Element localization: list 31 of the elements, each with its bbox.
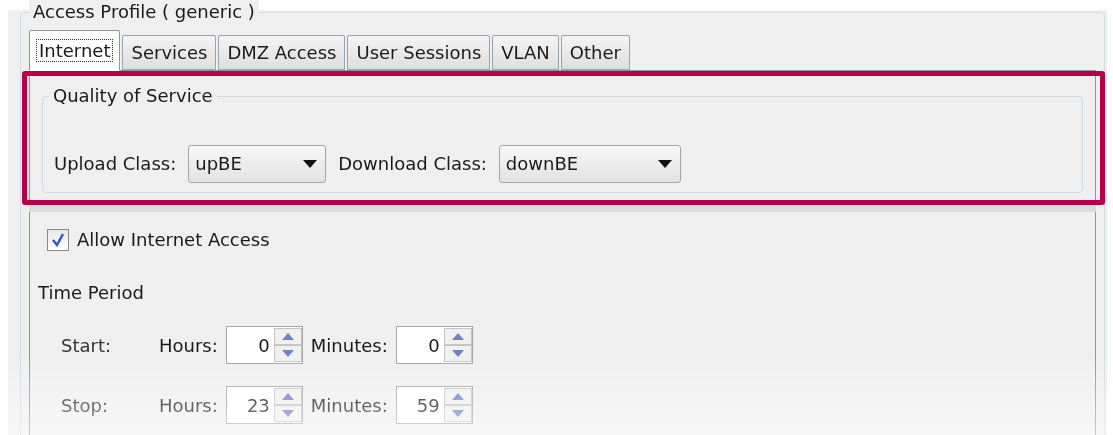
- dropdown[interactable]: upBE: [188, 144, 327, 183]
- tab[interactable]: Internet: [29, 30, 121, 71]
- tab[interactable]: User Sessions: [347, 35, 491, 70]
- spinner-field[interactable]: 23: [225, 386, 303, 424]
- spin-arrows-icon: [273, 388, 302, 422]
- checkbox[interactable]: [47, 228, 69, 251]
- tab[interactable]: Services: [122, 35, 217, 70]
- field-label: Hours:: [159, 333, 218, 358]
- tab[interactable]: DMZ Access: [218, 35, 346, 70]
- dropdown[interactable]: downBE: [498, 144, 681, 183]
- check-icon: [51, 232, 65, 247]
- spinner-field[interactable]: 59: [395, 386, 473, 424]
- tab[interactable]: VLAN: [492, 35, 559, 70]
- group-title: Access Profile ( generic ): [29, 0, 259, 24]
- spinner-field[interactable]: 0: [395, 326, 473, 364]
- spinner-field[interactable]: 0: [225, 326, 303, 364]
- spin-arrows-icon: [273, 328, 302, 362]
- field-label: Download Class:: [338, 152, 487, 176]
- field-label: Stop:: [61, 393, 109, 418]
- field-label: Minutes:: [310, 333, 388, 358]
- field-label: Start:: [61, 333, 113, 358]
- caret-icon: [303, 159, 318, 168]
- field-label: Hours:: [159, 393, 218, 418]
- checkbox-row[interactable]: Allow Internet Access: [47, 226, 1080, 253]
- field-label: Upload Class:: [54, 152, 177, 176]
- caret-icon: [657, 159, 672, 168]
- tab[interactable]: Other: [560, 35, 630, 70]
- spin-arrows-icon: [443, 388, 472, 422]
- field-label: Minutes:: [310, 393, 388, 418]
- section-title: Time Period: [38, 281, 144, 305]
- spin-arrows-icon: [443, 328, 472, 362]
